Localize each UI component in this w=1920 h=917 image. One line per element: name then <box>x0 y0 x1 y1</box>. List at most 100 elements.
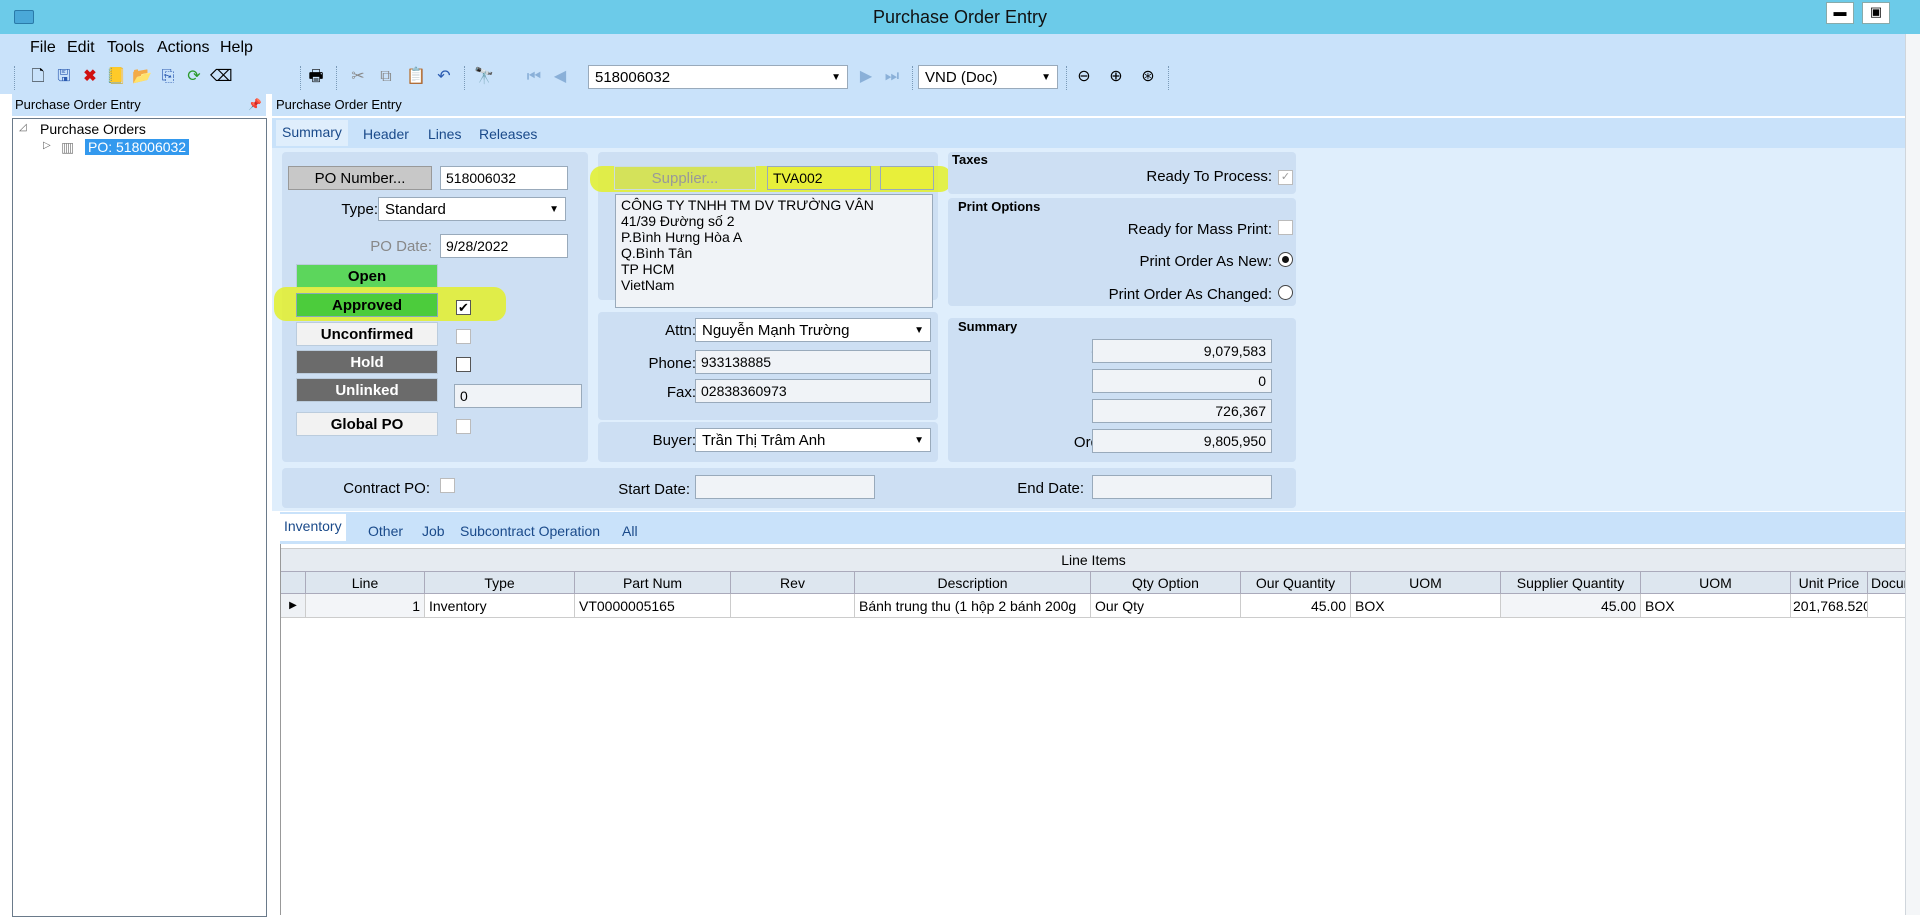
attachment-icon[interactable]: 📒 <box>106 67 126 87</box>
refresh-icon[interactable]: ⟳ <box>184 67 204 87</box>
type-select[interactable]: Standard ▼ <box>378 197 566 221</box>
open-folder-icon[interactable]: 📂 <box>132 67 152 87</box>
paste-icon[interactable]: 📋 <box>406 67 426 87</box>
ready-mass-print-checkbox[interactable] <box>1278 220 1293 235</box>
tree-item-po[interactable]: PO: 518006032 <box>85 139 190 155</box>
menu-tools[interactable]: Tools <box>107 39 144 57</box>
column-header-document[interactable]: Docum <box>1868 572 1906 594</box>
back-arrow-icon[interactable]: ⊖ <box>1074 67 1094 87</box>
cell-qty-option[interactable]: Our Qty <box>1091 594 1241 618</box>
cell-part-num[interactable]: VT0000005165 <box>575 594 731 618</box>
collapse-icon[interactable]: ◿ <box>19 122 27 133</box>
print-as-new-radio[interactable] <box>1278 252 1293 267</box>
column-header-type[interactable]: Type <box>425 572 575 594</box>
pin-icon[interactable]: 📌 <box>248 94 262 116</box>
last-record-icon[interactable]: ⏭ <box>882 67 902 87</box>
column-header-qty-option[interactable]: Qty Option <box>1091 572 1241 594</box>
search-icon[interactable]: 🔭 <box>474 67 494 87</box>
po-number-field[interactable]: 518006032 <box>440 166 568 190</box>
chevron-down-icon[interactable]: ▼ <box>1041 66 1051 90</box>
end-date-field[interactable] <box>1092 475 1272 499</box>
forward-arrow-icon[interactable]: ⊕ <box>1106 67 1126 87</box>
cut-icon[interactable]: ✂ <box>348 67 368 87</box>
next-record-icon[interactable]: ▶ <box>856 67 876 87</box>
column-header-supplier-quantity[interactable]: Supplier Quantity <box>1501 572 1641 594</box>
hold-checkbox[interactable] <box>456 357 471 372</box>
supplier-extra-field[interactable] <box>880 166 934 190</box>
previous-record-icon[interactable]: ◀ <box>550 67 570 87</box>
cell-document[interactable] <box>1868 594 1906 618</box>
tab-lines[interactable]: Lines <box>428 126 461 142</box>
column-header-uom[interactable]: UOM <box>1351 572 1501 594</box>
unlinked-status-button[interactable]: Unlinked <box>296 378 438 402</box>
tab-other[interactable]: Other <box>368 523 403 539</box>
global-po-checkbox[interactable] <box>456 419 471 434</box>
minimize-button[interactable]: ▬ <box>1826 2 1854 24</box>
menu-file[interactable]: File <box>30 39 56 57</box>
cell-line[interactable]: 1 <box>306 594 425 618</box>
cell-our-quantity[interactable]: 45.00 <box>1241 594 1351 618</box>
buyer-select[interactable]: Trần Thị Trâm Anh ▼ <box>695 428 931 452</box>
tab-job[interactable]: Job <box>422 523 445 539</box>
column-header-supplier-uom[interactable]: UOM <box>1641 572 1791 594</box>
tab-subcontract-operation[interactable]: Subcontract Operation <box>460 523 600 539</box>
approved-checkbox[interactable]: ✔ <box>456 300 471 315</box>
tab-inventory[interactable]: Inventory <box>280 514 346 541</box>
chevron-down-icon[interactable]: ▼ <box>914 319 924 343</box>
copy-icon[interactable]: ⧉ <box>376 67 396 87</box>
tree-root-purchase-orders[interactable]: Purchase Orders <box>40 121 146 137</box>
po-number-button[interactable]: PO Number... <box>288 166 432 190</box>
eraser-icon[interactable]: ⌫ <box>210 67 233 87</box>
unconfirmed-checkbox[interactable] <box>456 329 471 344</box>
column-header-rev[interactable]: Rev <box>731 572 855 594</box>
column-header-our-quantity[interactable]: Our Quantity <box>1241 572 1351 594</box>
cell-supplier-uom[interactable]: BOX <box>1641 594 1791 618</box>
ready-to-process-checkbox[interactable]: ✓ <box>1278 170 1293 185</box>
tab-header[interactable]: Header <box>363 126 409 142</box>
attn-select[interactable]: Nguyễn Mạnh Trường ▼ <box>695 318 931 342</box>
delete-icon[interactable]: ✖ <box>80 67 100 87</box>
column-header-unit-price[interactable]: Unit Price <box>1791 572 1868 594</box>
phone-field[interactable]: 933138885 <box>695 350 931 374</box>
po-number-navigator[interactable]: 518006032 ▼ <box>588 65 848 89</box>
chevron-down-icon[interactable]: ▼ <box>831 66 841 90</box>
po-date-field[interactable]: 9/28/2022 <box>440 234 568 258</box>
first-record-icon[interactable]: ⏮ <box>524 67 544 87</box>
tab-summary[interactable]: Summary <box>276 120 348 146</box>
menu-edit[interactable]: Edit <box>67 39 95 57</box>
chevron-down-icon[interactable]: ▼ <box>914 429 924 453</box>
row-selector-icon[interactable]: ▶ <box>281 594 306 618</box>
chevron-down-icon[interactable]: ▼ <box>549 198 559 222</box>
unconfirmed-status-button[interactable]: Unconfirmed <box>296 322 438 346</box>
cell-supplier-quantity[interactable]: 45.00 <box>1501 594 1641 618</box>
currency-select[interactable]: VND (Doc) ▼ <box>918 65 1058 89</box>
hold-status-button[interactable]: Hold <box>296 350 438 374</box>
maximize-button[interactable]: ▣ <box>1862 2 1890 24</box>
copy-doc-icon[interactable]: ⎘ <box>158 67 178 87</box>
expand-icon[interactable]: ▷ <box>43 140 51 151</box>
fax-field[interactable]: 02838360973 <box>695 379 931 403</box>
cell-description[interactable]: Bánh trung thu (1 hộp 2 bánh 200g <box>855 594 1091 618</box>
new-icon[interactable]: 🗋 <box>28 67 48 87</box>
tab-releases[interactable]: Releases <box>479 126 537 142</box>
save-icon[interactable]: 🖫 <box>54 67 74 87</box>
start-date-field[interactable] <box>695 475 875 499</box>
supplier-button[interactable]: Supplier... <box>614 166 756 190</box>
cell-uom[interactable]: BOX <box>1351 594 1501 618</box>
cell-type[interactable]: Inventory <box>425 594 575 618</box>
print-icon[interactable]: 🖶 <box>306 67 326 87</box>
cell-unit-price[interactable]: 201,768.5200 <box>1791 594 1868 618</box>
cell-rev[interactable] <box>731 594 855 618</box>
menu-actions[interactable]: Actions <box>157 39 209 57</box>
column-header-part-num[interactable]: Part Num <box>575 572 731 594</box>
supplier-id-field[interactable]: TVA002 <box>767 166 871 190</box>
column-header-line[interactable]: Line <box>306 572 425 594</box>
tab-all[interactable]: All <box>622 523 638 539</box>
print-as-changed-radio[interactable] <box>1278 285 1293 300</box>
undo-icon[interactable]: ↶ <box>434 67 454 87</box>
open-status-button[interactable]: Open <box>296 264 438 288</box>
global-po-status-button[interactable]: Global PO <box>296 412 438 436</box>
contract-po-checkbox[interactable] <box>440 478 455 493</box>
approved-status-button[interactable]: Approved <box>296 293 438 317</box>
column-header-description[interactable]: Description <box>855 572 1091 594</box>
